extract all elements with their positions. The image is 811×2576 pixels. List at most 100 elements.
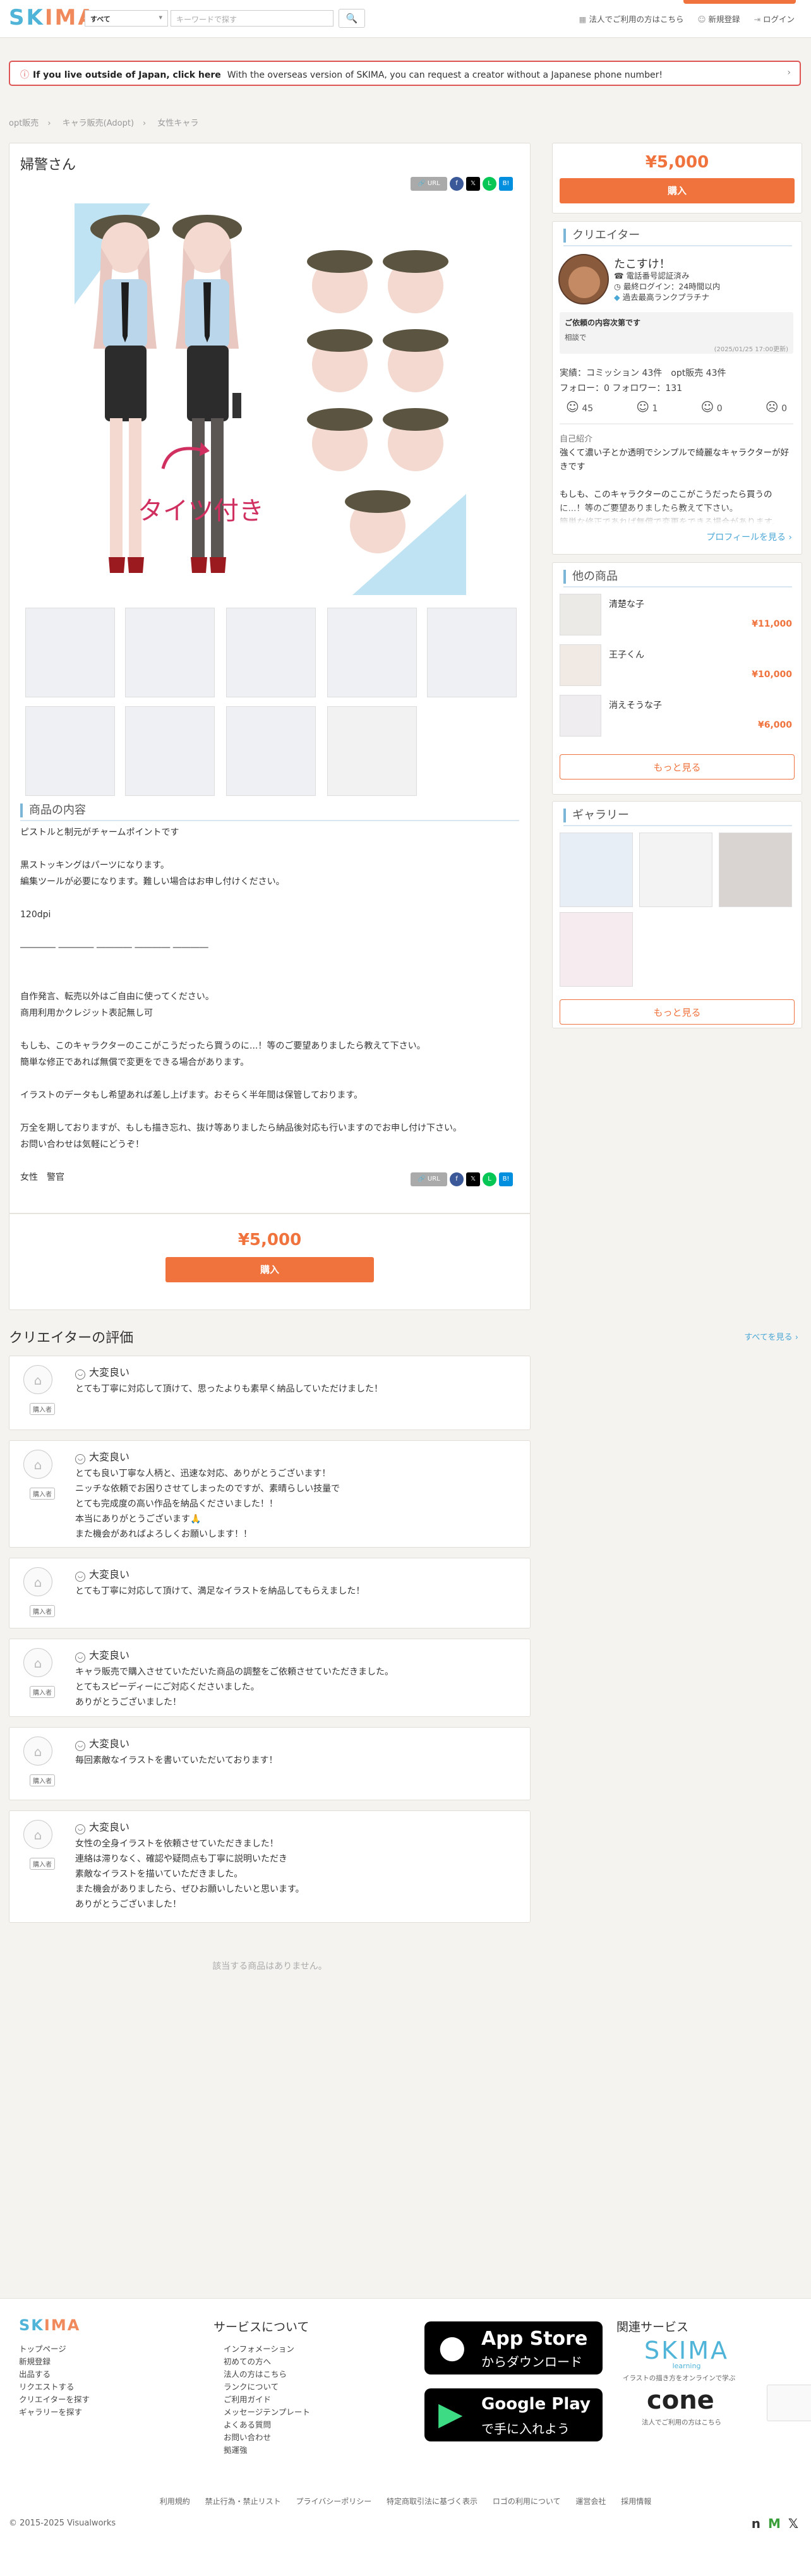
skima-learning-caption: イラストの描き方をオンラインで学ぶ (623, 2374, 736, 2382)
review-item: ⌂ 購入者 ◡ 大変良い キャラ販売で購入させていただいた商品の調整をご依頼させてい… (9, 1639, 531, 1717)
review-rating: ◡ 大変良い (75, 1566, 129, 1582)
footer-link[interactable]: クリエイターを探す (19, 2393, 90, 2406)
category-select[interactable]: すべて (85, 10, 168, 27)
footer-logo[interactable]: SKIMA (19, 2316, 80, 2334)
review-item: ⌂ 購入者 ◡ 大変良い とても丁寧に対応して頂けて、思ったよりも素早く納品していた… (9, 1356, 531, 1430)
footer-link[interactable]: ギャラリーを探す (19, 2406, 90, 2419)
profile-link[interactable]: プロフィールを見る › (706, 531, 792, 543)
footer-link[interactable]: メッセージテンプレート (224, 2406, 310, 2419)
product-main-image[interactable]: タイツ付き (75, 203, 466, 595)
google-play-badge[interactable]: ▶ Google Play で手に入れよう (424, 2388, 603, 2441)
footer-link[interactable]: リクエストする (19, 2381, 90, 2393)
footer-link[interactable]: ランクについて (224, 2381, 310, 2393)
line-icon[interactable]: L (483, 1172, 496, 1186)
footer-link[interactable]: 拠運強 (224, 2444, 310, 2457)
x-icon[interactable]: 𝕏 (466, 177, 480, 191)
other-product-item[interactable]: 王子くん ¥10,000 (560, 644, 795, 689)
thumbnail[interactable] (327, 608, 417, 697)
other-product-name: 消えそうな子 (609, 701, 662, 711)
footer-link[interactable]: 法人の方はこちら (224, 2368, 310, 2381)
footer-link[interactable]: 初めての方へ (224, 2356, 310, 2368)
footer-link[interactable]: 出品する (19, 2368, 90, 2381)
x-icon[interactable]: 𝕏 (466, 1172, 480, 1186)
divider (563, 825, 792, 826)
gallery-thumb[interactable] (719, 833, 792, 907)
footer-legal-link[interactable]: 禁止行為・禁止リスト (205, 2497, 281, 2506)
thumbnail[interactable] (25, 706, 115, 796)
copy-link-button[interactable]: 🔗 URL (411, 177, 447, 191)
footer-legal-link[interactable]: 採用情報 (621, 2497, 651, 2506)
hatena-icon[interactable]: B! (499, 177, 513, 191)
thumbnail[interactable] (125, 608, 215, 697)
footer-social-icons: n M 𝕏 (752, 2516, 798, 2531)
cone-logo[interactable]: cone (647, 2386, 714, 2415)
footer-link[interactable]: インフォメーション (224, 2343, 310, 2356)
thumbnail[interactable] (226, 608, 316, 697)
more-products-button[interactable]: もっと見る (560, 754, 795, 779)
line-icon[interactable]: L (483, 177, 496, 191)
thumbnail[interactable] (25, 608, 115, 697)
reviews-heading: クリエイターの評価 (9, 1330, 134, 1346)
other-product-item[interactable]: 清楚な子 ¥11,000 (560, 594, 795, 638)
pixiv-icon[interactable]: M (768, 2516, 781, 2531)
buy-button[interactable]: 購入 (165, 1257, 374, 1282)
gallery-more-button[interactable]: もっと見る (560, 999, 795, 1025)
review-rating: ◡ 大変良い (75, 1448, 129, 1464)
description-heading: 商品の内容 (20, 803, 86, 817)
overseas-banner[interactable]: ⓘ If you live outside of Japan, click her… (9, 61, 801, 86)
hatena-icon[interactable]: B! (499, 1172, 513, 1186)
creator-name[interactable]: たこすけ！ (614, 255, 671, 272)
corporate-link[interactable]: ▦ 法人でご利用の方はこちら (579, 13, 684, 25)
site-logo[interactable]: SKIMA (9, 5, 97, 30)
login-link[interactable]: ⇥ ログイン (754, 13, 795, 25)
footer-link[interactable]: お問い合わせ (224, 2431, 310, 2444)
gallery-thumb[interactable] (560, 833, 633, 907)
footer-link[interactable]: 新規登録 (19, 2356, 90, 2368)
footer-legal-link[interactable]: 運営会社 (575, 2497, 606, 2506)
review-text: とても丁寧に対応して頂けて、満足なイラストを納品してもらえました！ (75, 1586, 365, 1596)
divider (563, 586, 792, 587)
copy-link-button[interactable]: 🔗 URL (411, 1172, 447, 1186)
footer-legal-link[interactable]: 特定商取引法に基づく表示 (387, 2497, 478, 2506)
reaction-bad: ☹ 0 (765, 399, 787, 414)
thumbnail[interactable] (327, 706, 417, 796)
sidebar-buy-button[interactable]: 購入 (560, 178, 795, 203)
footer-legal-link[interactable]: ロゴの利用について (493, 2497, 561, 2506)
breadcrumb-item[interactable]: 女性キャラ (157, 119, 198, 128)
gallery-thumb[interactable] (560, 912, 633, 987)
app-store-badge[interactable]: ● App Store からダウンロード (424, 2321, 603, 2374)
reaction-neutral: ☺ 0 (700, 399, 723, 414)
other-product-item[interactable]: 消えそうな子 ¥6,000 (560, 695, 795, 739)
review-item: ⌂ 購入者 ◡ 大変良い 女性の全身イラストを依頼させていただきました！ 連絡は滞り… (9, 1810, 531, 1923)
search-button[interactable]: 🔍 (339, 9, 365, 28)
cone-caption: 法人でご利用の方はこちら (642, 2419, 721, 2426)
footer-legal-link[interactable]: 利用規約 (160, 2497, 190, 2506)
smile-icon: ☺ (636, 399, 650, 414)
facebook-icon[interactable]: f (450, 1172, 464, 1186)
review-item: ⌂ 購入者 ◡ 大変良い 毎回素敵なイラストを書いていただいております！ (9, 1727, 531, 1800)
gallery-thumb[interactable] (639, 833, 712, 907)
review-rating: ◡ 大変良い (75, 1647, 129, 1663)
skima-learning-logo[interactable]: SKIMA learning (644, 2337, 729, 2370)
review-text: とても丁寧に対応して頂けて、思ったよりも素早く納品していただけました！ (75, 1384, 383, 1394)
reaction-good: ☺ 1 (636, 399, 658, 414)
footer-link[interactable]: ご利用ガイド (224, 2393, 310, 2406)
register-link[interactable]: ☺ 新規登録 (697, 13, 740, 25)
banner-title: If you live outside of Japan, click here (33, 70, 221, 80)
site-header: SKIMA すべて キーワードで探す 🔍 ▦法人でご利用の方はこちら ☺新規登録… (0, 0, 811, 38)
note-icon[interactable]: n (752, 2516, 760, 2531)
recaptcha-badge[interactable] (767, 2385, 811, 2421)
thumbnail[interactable] (427, 608, 517, 697)
x-icon[interactable]: 𝕏 (788, 2516, 798, 2531)
breadcrumb-item[interactable]: キャラ販売(Adopt) (63, 119, 134, 128)
breadcrumb-item[interactable]: opt販売 (9, 119, 39, 128)
search-input[interactable]: キーワードで探す (171, 10, 333, 27)
footer-link[interactable]: トップページ (19, 2343, 90, 2356)
facebook-icon[interactable]: f (450, 177, 464, 191)
creator-avatar[interactable] (558, 254, 609, 304)
see-all-reviews-link[interactable]: すべてを見る › (744, 1330, 798, 1342)
thumbnail[interactable] (226, 706, 316, 796)
thumbnail[interactable] (125, 706, 215, 796)
footer-legal-link[interactable]: プライバシーポリシー (296, 2497, 371, 2506)
footer-link[interactable]: よくある質問 (224, 2419, 310, 2431)
